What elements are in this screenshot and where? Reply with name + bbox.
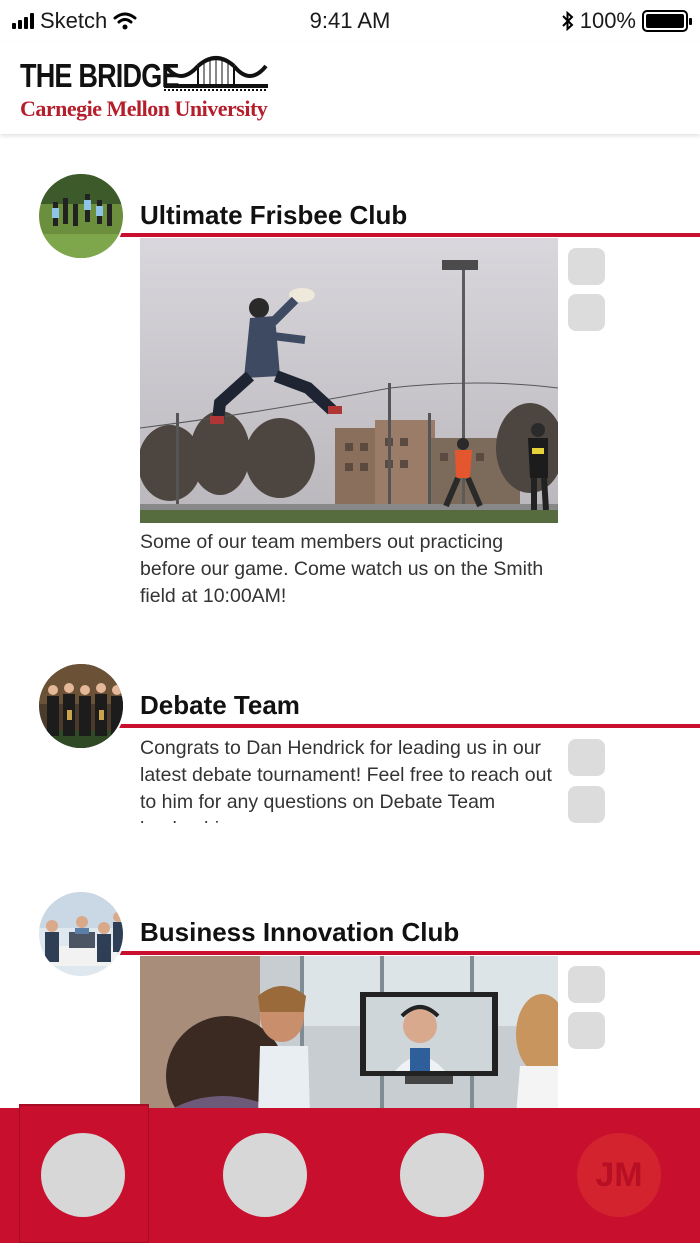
- tab-notifications[interactable]: [400, 1133, 484, 1217]
- club-name[interactable]: Business Innovation Club: [140, 917, 459, 948]
- bluetooth-icon: [562, 11, 574, 31]
- title-divider: [118, 233, 700, 237]
- post-caption: Congrats to Dan Hendrick for leading us …: [140, 737, 552, 823]
- post-caption: Some of our team members out practicing …: [140, 531, 544, 607]
- tab-bar: JM: [0, 1104, 700, 1243]
- feed[interactable]: Ultimate Frisbee Club Some of our team m…: [0, 134, 700, 1109]
- title-divider: [118, 724, 700, 728]
- tab-profile-avatar[interactable]: JM: [577, 1133, 661, 1217]
- logo-subtitle: Carnegie Mellon University: [20, 96, 268, 121]
- logo-title: THE BRIDGE: [20, 57, 180, 94]
- title-divider: [118, 951, 700, 955]
- battery-group: 100%: [562, 8, 692, 34]
- tab-search[interactable]: [223, 1133, 307, 1217]
- post-photo[interactable]: [140, 238, 558, 523]
- comment-button[interactable]: [568, 294, 605, 331]
- comment-button[interactable]: [568, 786, 605, 823]
- logo: THE BRIDGE Carnegie Mellon University: [20, 52, 268, 122]
- club-avatar[interactable]: [37, 890, 125, 978]
- status-bar: Sketch 9:41 AM 100%: [0, 0, 700, 42]
- club-avatar[interactable]: [37, 172, 125, 260]
- club-name[interactable]: Ultimate Frisbee Club: [140, 200, 407, 231]
- club-avatar[interactable]: [37, 662, 125, 750]
- post-photo[interactable]: [140, 956, 558, 1109]
- bridge-icon: [164, 56, 268, 91]
- comment-button[interactable]: [568, 1012, 605, 1049]
- like-button[interactable]: [568, 739, 605, 776]
- like-button[interactable]: [568, 248, 605, 285]
- battery-icon: [642, 10, 692, 32]
- battery-percent: 100%: [579, 8, 636, 33]
- tab-home[interactable]: [41, 1133, 125, 1217]
- club-name[interactable]: Debate Team: [140, 690, 300, 721]
- like-button[interactable]: [568, 966, 605, 1003]
- app-header: THE BRIDGE Carnegie Mellon University: [0, 42, 700, 134]
